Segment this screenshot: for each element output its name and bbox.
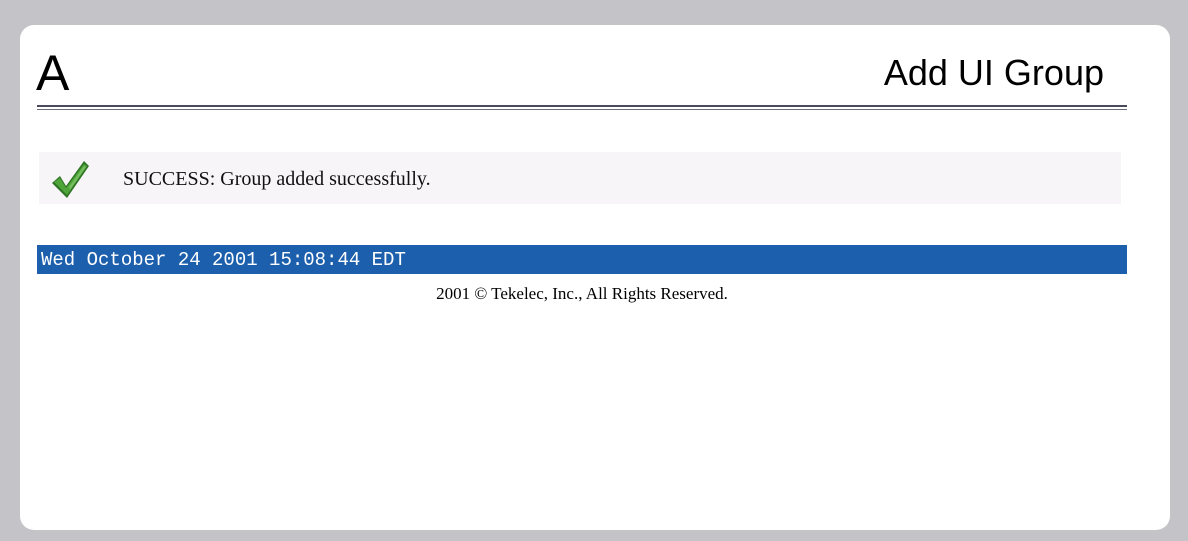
copyright-text: 2001 © Tekelec, Inc., All Rights Reserve…: [436, 284, 728, 303]
checkmark-icon: [49, 157, 91, 201]
header-letter: A: [36, 45, 70, 101]
timestamp-bar: Wed October 24 2001 15:08:44 EDT: [37, 245, 1127, 274]
success-message: SUCCESS: Group added successfully.: [39, 152, 1121, 204]
success-message-text: SUCCESS: Group added successfully.: [123, 168, 431, 190]
page-title: Add UI Group: [883, 52, 1104, 93]
timestamp-text: Wed October 24 2001 15:08:44 EDT: [41, 249, 406, 271]
page-panel: [20, 25, 1170, 530]
header-divider: [37, 105, 1127, 110]
